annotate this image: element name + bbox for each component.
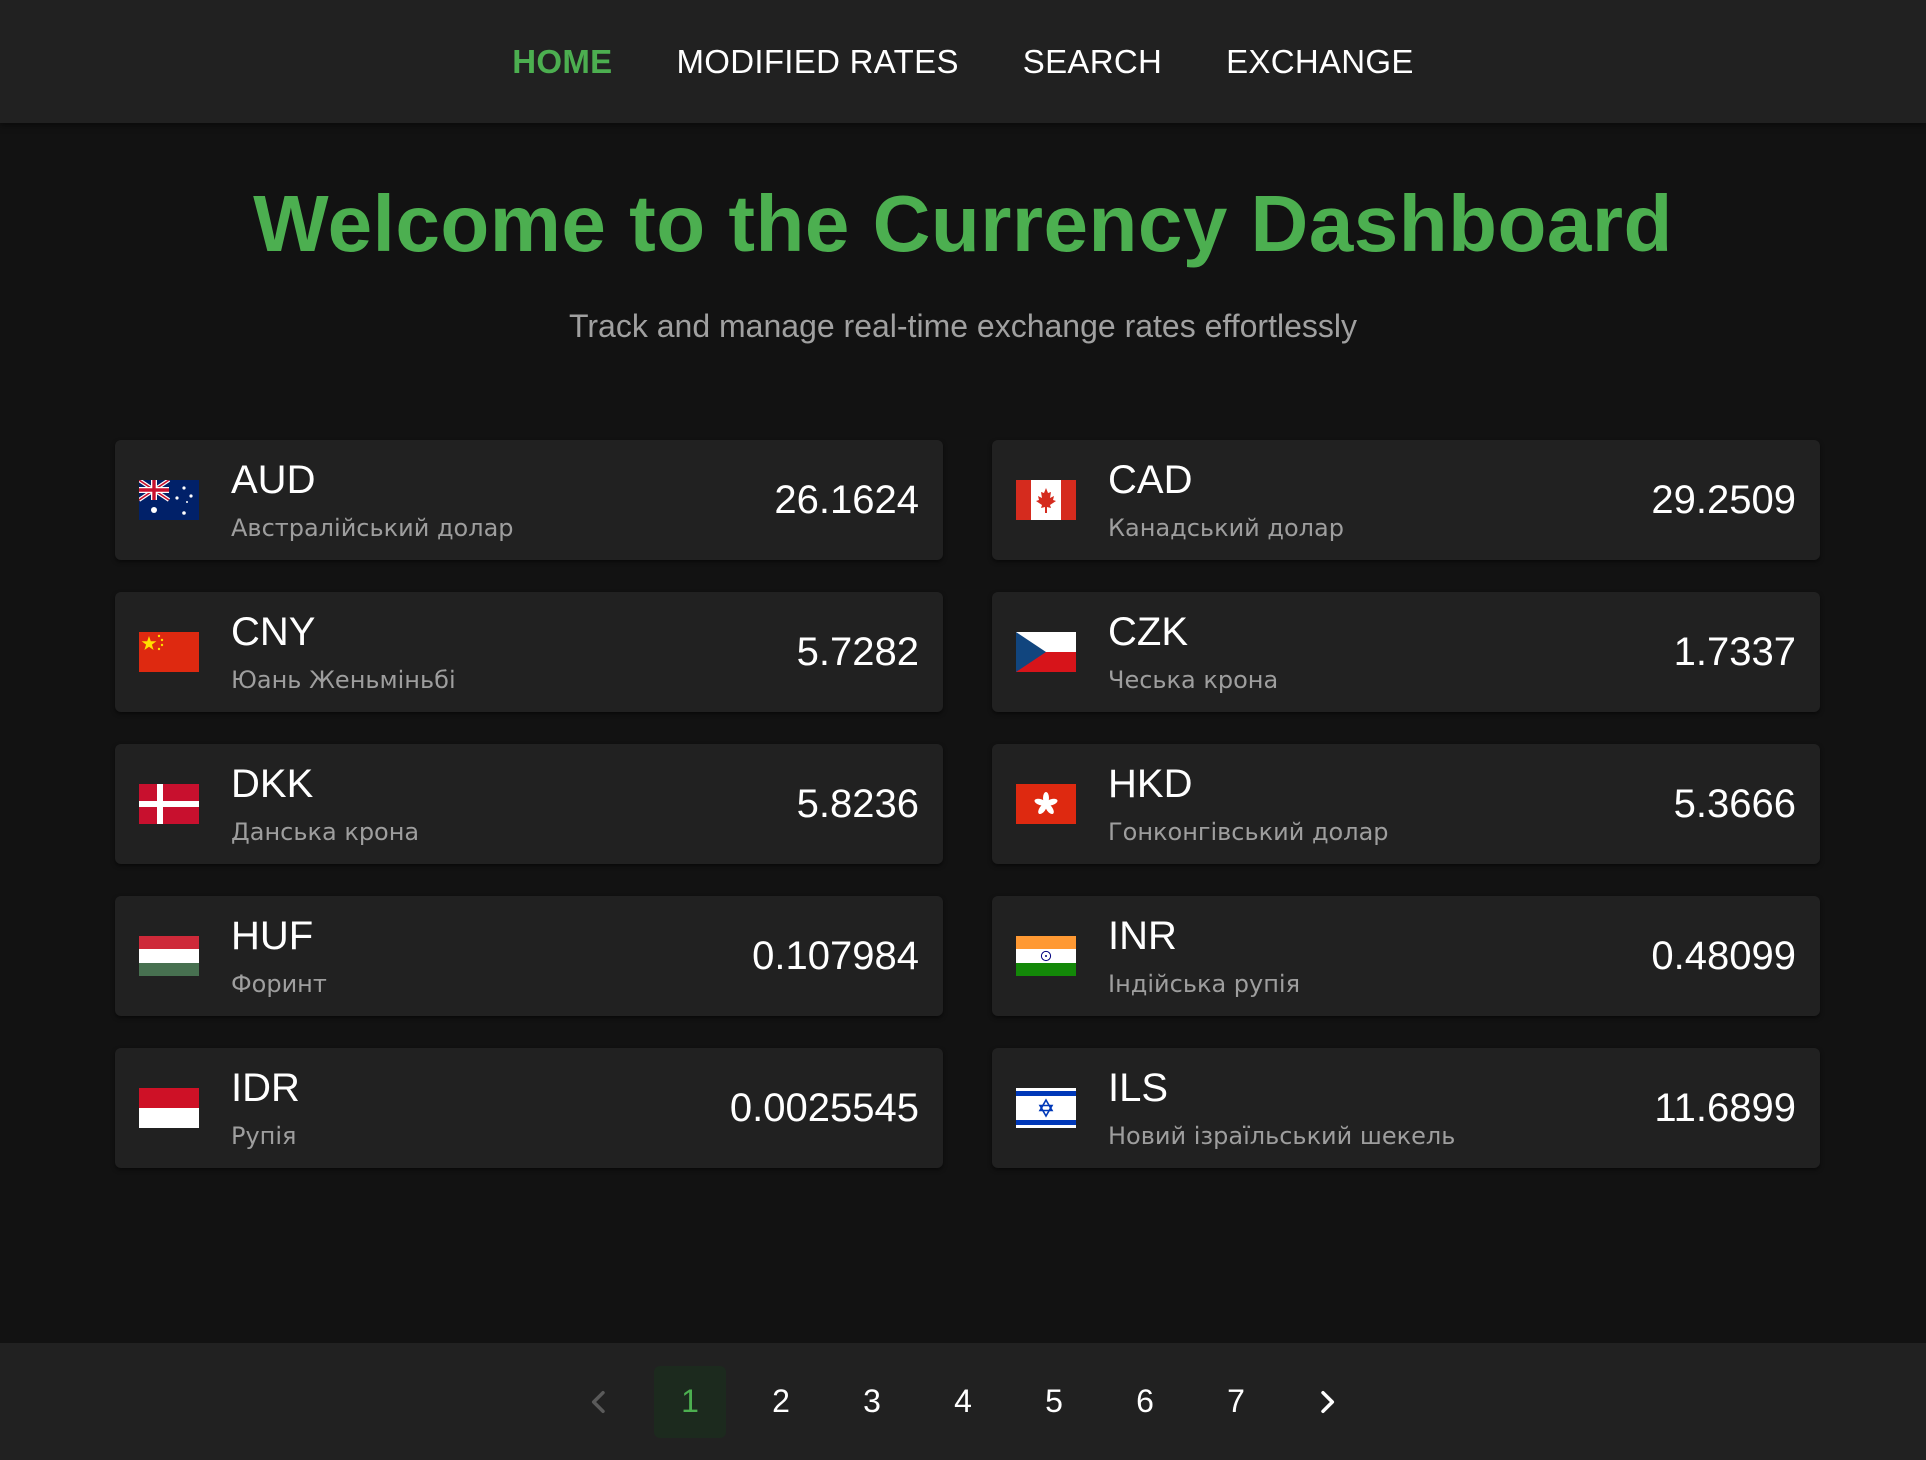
currency-name: Австралійський долар <box>231 514 514 542</box>
currency-rate: 5.8236 <box>796 781 919 826</box>
currency-rate: 29.2509 <box>1651 477 1796 522</box>
denmark-flag-icon <box>139 784 199 824</box>
currency-name: Чеська крона <box>1108 666 1279 694</box>
currency-code: CAD <box>1108 458 1193 502</box>
pagination-page-6[interactable]: 6 <box>1109 1366 1181 1438</box>
currency-rate: 5.3666 <box>1673 781 1796 826</box>
currency-code: CNY <box>231 610 316 654</box>
currency-code: CZK <box>1108 610 1188 654</box>
currency-name: Данська крона <box>231 818 420 846</box>
pagination-page-2[interactable]: 2 <box>745 1366 817 1438</box>
nav-exchange[interactable]: EXCHANGE <box>1226 43 1414 81</box>
currency-code: HUF <box>231 914 314 958</box>
page-title: Welcome to the Currency Dashboard <box>253 179 1673 268</box>
nav-search[interactable]: SEARCH <box>1023 43 1162 81</box>
currency-name: Канадський долар <box>1108 514 1344 542</box>
currency-rate: 26.1624 <box>774 477 919 522</box>
pagination-prev-button[interactable] <box>563 1366 635 1438</box>
currency-card-inr[interactable]: INR Індійська рупія 0.48099 <box>992 896 1820 1016</box>
currency-name: Рупія <box>231 1122 297 1150</box>
currency-rate: 11.6899 <box>1654 1085 1796 1130</box>
pagination-bar: 1 2 3 4 5 6 7 <box>0 1343 1926 1460</box>
currency-rate: 0.48099 <box>1651 933 1796 978</box>
israel-flag-icon <box>1016 1088 1076 1128</box>
currency-code: ILS <box>1108 1066 1169 1110</box>
currency-grid: AUD Австралійський долар 26.1624 CAD Кан… <box>115 440 1820 1168</box>
currency-name: Юань Женьміньбі <box>231 666 456 694</box>
china-flag-icon <box>139 632 199 672</box>
pagination-page-7[interactable]: 7 <box>1200 1366 1272 1438</box>
pagination-page-3[interactable]: 3 <box>836 1366 908 1438</box>
nav-modified-rates[interactable]: MODIFIED RATES <box>676 43 958 81</box>
pagination-page-1[interactable]: 1 <box>654 1365 726 1438</box>
currency-rate: 0.0025545 <box>729 1085 919 1130</box>
pagination-page-4[interactable]: 4 <box>927 1366 999 1438</box>
chevron-left-icon <box>583 1386 615 1418</box>
hong-kong-flag-icon <box>1016 784 1076 824</box>
currency-card-aud[interactable]: AUD Австралійський долар 26.1624 <box>115 440 943 560</box>
currency-name: Новий ізраїльський шекель <box>1108 1122 1456 1150</box>
page-subtitle: Track and manage real-time exchange rate… <box>569 308 1357 344</box>
currency-card-hkd[interactable]: HKD Гонконгівський долар 5.3666 <box>992 744 1820 864</box>
currency-card-cad[interactable]: CAD Канадський долар 29.2509 <box>992 440 1820 560</box>
currency-code: IDR <box>231 1066 300 1110</box>
india-flag-icon <box>1016 936 1076 976</box>
currency-name: Індійська рупія <box>1108 970 1301 998</box>
indonesia-flag-icon <box>139 1088 199 1128</box>
czech-flag-icon <box>1016 632 1076 672</box>
chevron-right-icon <box>1311 1386 1343 1418</box>
currency-card-huf[interactable]: HUF Форинт 0.107984 <box>115 896 943 1016</box>
top-nav: HOME MODIFIED RATES SEARCH EXCHANGE <box>0 0 1926 123</box>
currency-rate: 0.107984 <box>752 933 919 978</box>
currency-rate: 5.7282 <box>796 629 919 674</box>
currency-code: INR <box>1108 914 1177 958</box>
currency-code: DKK <box>231 762 314 806</box>
currency-card-cny[interactable]: CNY Юань Женьміньбі 5.7282 <box>115 592 943 712</box>
hungary-flag-icon <box>139 936 199 976</box>
pagination-page-5[interactable]: 5 <box>1018 1366 1090 1438</box>
currency-card-dkk[interactable]: DKK Данська крона 5.8236 <box>115 744 943 864</box>
pagination-next-button[interactable] <box>1291 1366 1363 1438</box>
currency-card-czk[interactable]: CZK Чеська крона 1.7337 <box>992 592 1820 712</box>
nav-home[interactable]: HOME <box>512 43 612 81</box>
currency-code: AUD <box>231 458 316 502</box>
currency-card-ils[interactable]: ILS Новий ізраїльський шекель 11.6899 <box>992 1048 1820 1168</box>
canada-flag-icon <box>1016 480 1076 520</box>
australia-flag-icon <box>139 480 199 520</box>
currency-name: Гонконгівський долар <box>1108 818 1389 846</box>
currency-code: HKD <box>1108 762 1193 806</box>
currency-card-idr[interactable]: IDR Рупія 0.0025545 <box>115 1048 943 1168</box>
currency-rate: 1.7337 <box>1673 629 1796 674</box>
currency-name: Форинт <box>231 970 327 998</box>
